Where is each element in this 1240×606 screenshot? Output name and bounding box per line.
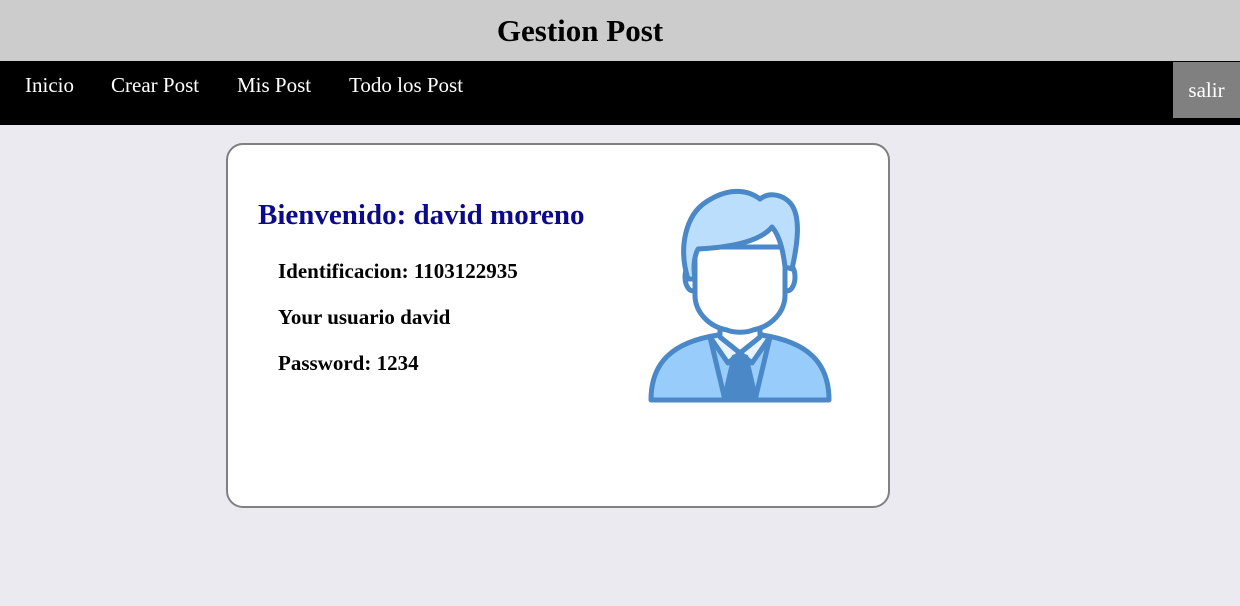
nav-link-todo-los-post[interactable]: Todo los Post [349, 73, 463, 98]
header-bar: Gestion Post [0, 0, 1240, 61]
identification-text: Identificacion: 1103122935 [278, 259, 518, 283]
password-text: Password: 1234 [278, 351, 419, 375]
logout-button[interactable]: salir [1173, 62, 1240, 118]
user-avatar-icon [648, 189, 832, 403]
nav-link-crear-post[interactable]: Crear Post [111, 73, 199, 98]
nav-link-inicio[interactable]: Inicio [25, 73, 74, 98]
nav-bar: Inicio Crear Post Mis Post Todo los Post… [0, 61, 1240, 125]
welcome-heading: Bienvenido: david moreno [258, 199, 585, 231]
nav-link-mis-post[interactable]: Mis Post [237, 73, 311, 98]
profile-card: Bienvenido: david moreno Identificacion:… [226, 143, 890, 508]
username-text: Your usuario david [278, 305, 451, 329]
page-title: Gestion Post [496, 13, 664, 48]
